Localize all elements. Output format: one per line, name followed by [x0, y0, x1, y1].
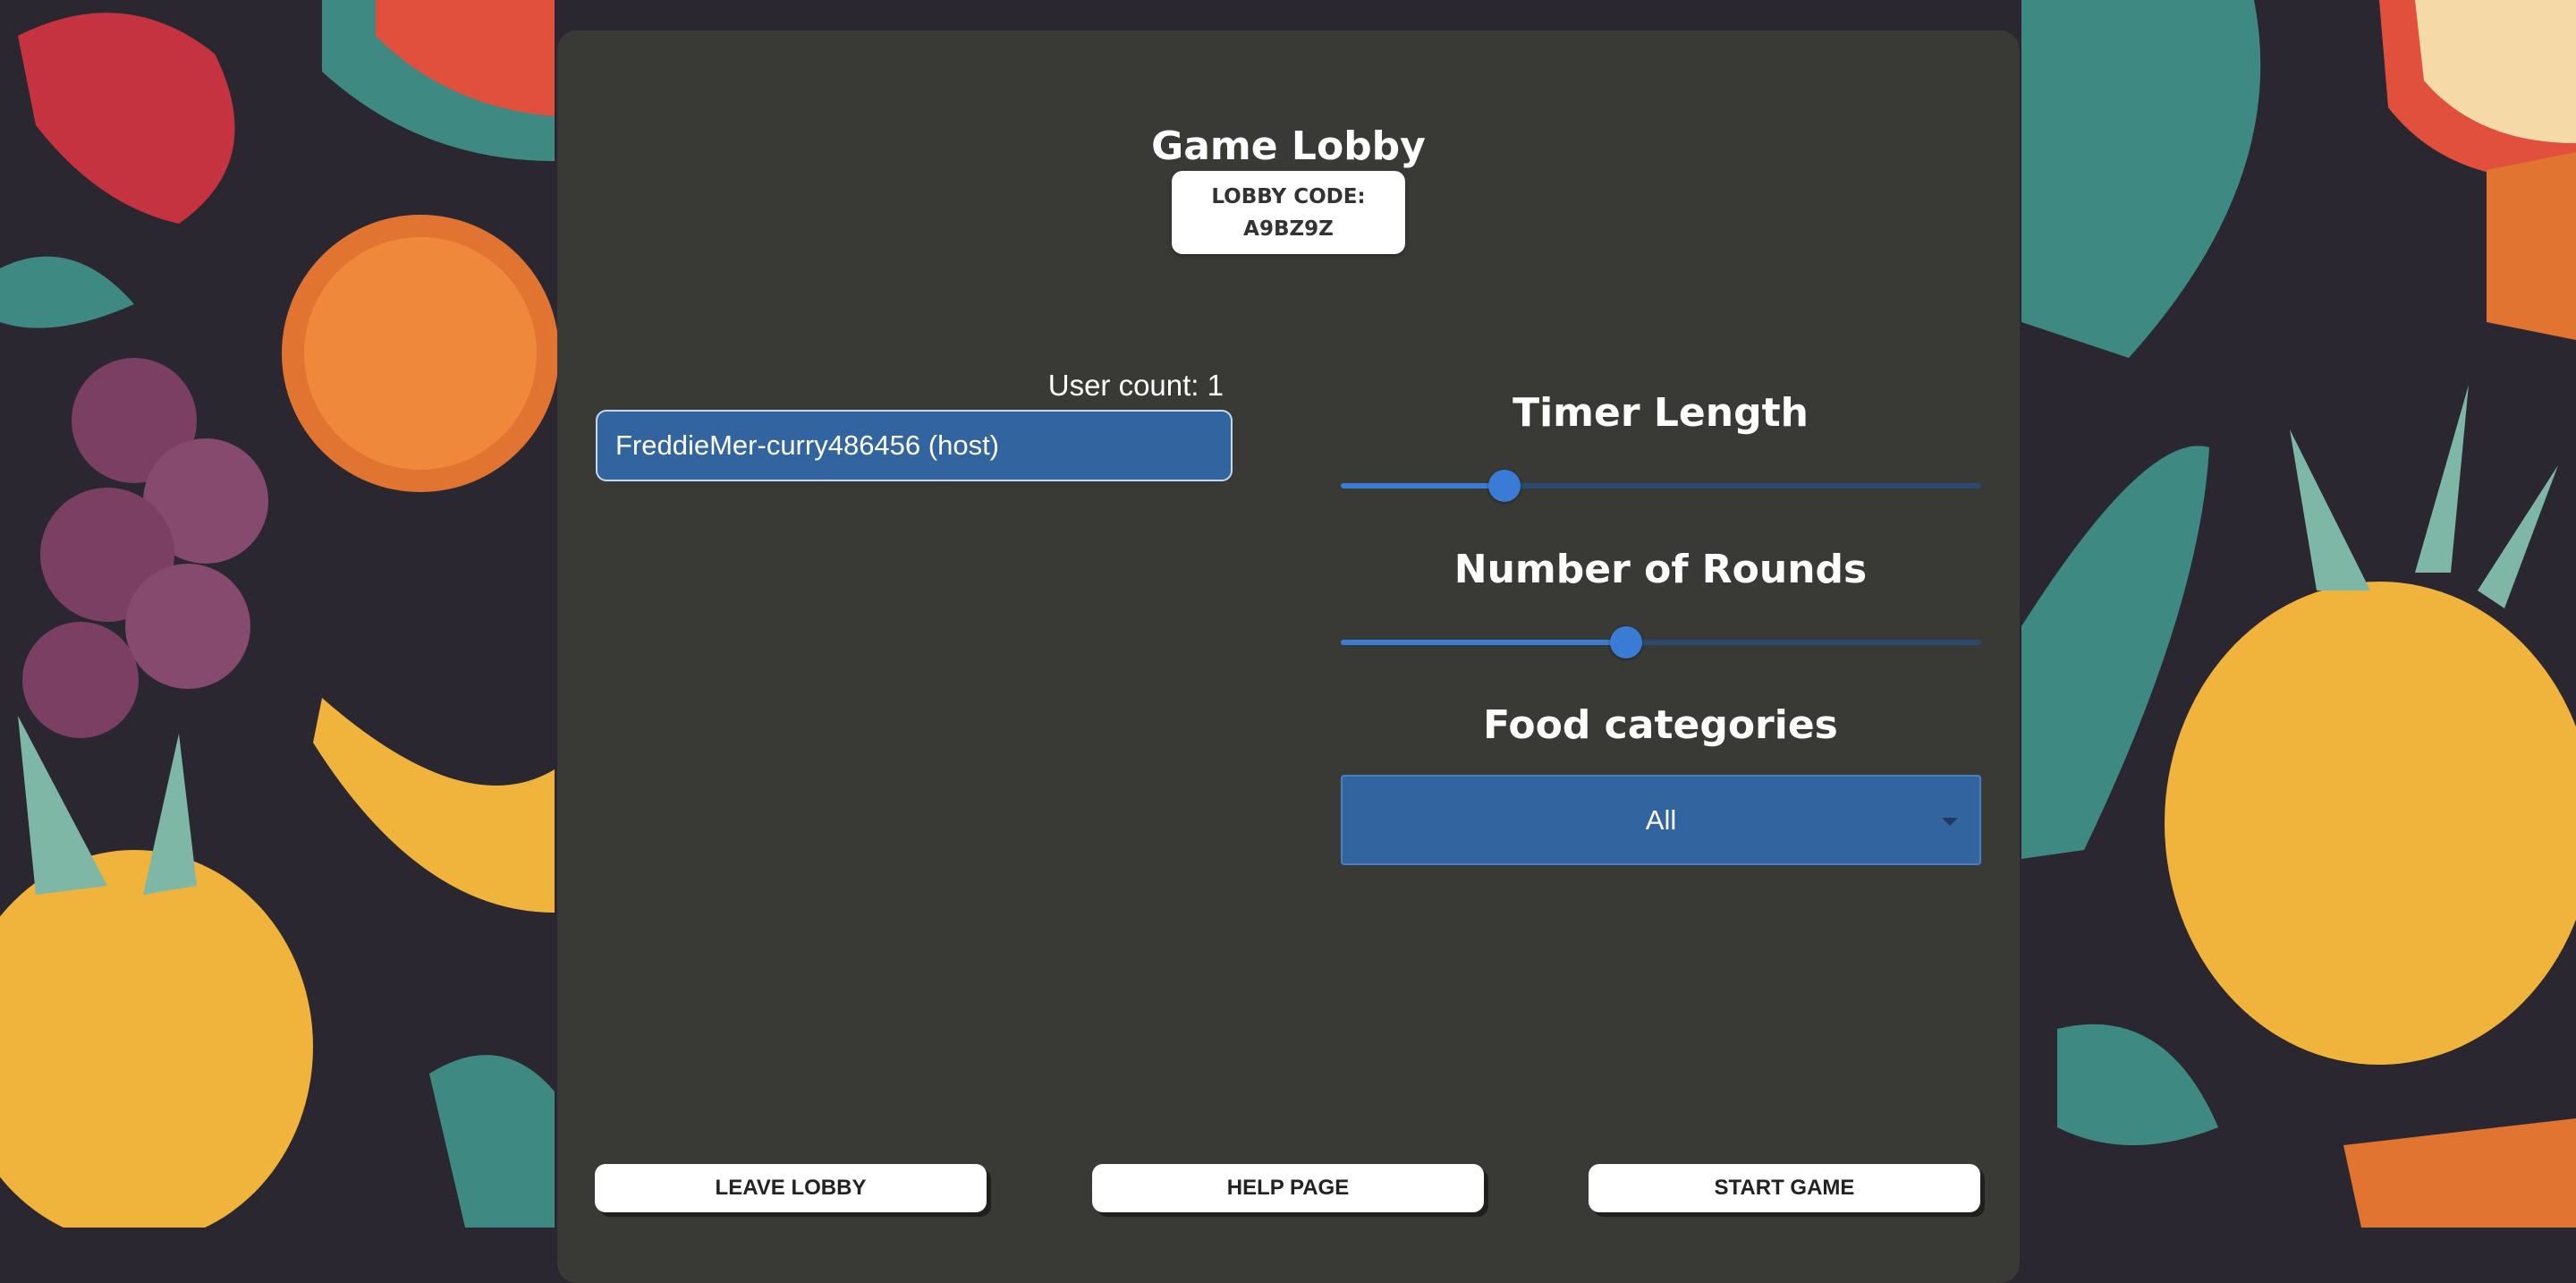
user-count: User count: 1 [1047, 369, 1224, 402]
timer-length-label: Timer Length [1513, 390, 1809, 436]
lobby-panel: Game Lobby LOBBY CODE: A9BZ9Z User count… [557, 30, 2020, 1283]
help-page-button[interactable]: HELP PAGE [1092, 1164, 1484, 1212]
food-categories-select[interactable]: All [1341, 775, 1981, 865]
start-game-button[interactable]: START GAME [1589, 1164, 1980, 1212]
slider-thumb[interactable] [1487, 470, 1521, 502]
selected-value: All [1645, 803, 1677, 836]
number-of-rounds-label: Number of Rounds [1453, 547, 1868, 592]
page-title: Game Lobby [1151, 123, 1426, 169]
lobby-code-value: A9BZ9Z [1243, 217, 1334, 241]
food-categories-label: Food categories [1483, 702, 1838, 748]
slider-fill [1341, 483, 1504, 489]
slider-thumb[interactable] [1609, 626, 1642, 658]
lobby-code-box: LOBBY CODE: A9BZ9Z [1172, 171, 1405, 254]
number-of-rounds-slider[interactable] [1341, 625, 1981, 660]
user-list-item: FreddieMer-curry486456 (host) [596, 410, 1233, 481]
leave-lobby-button[interactable]: LEAVE LOBBY [595, 1164, 987, 1212]
lobby-code-label: LOBBY CODE: [1211, 184, 1366, 208]
slider-fill [1341, 640, 1626, 645]
caret-down-icon [1942, 818, 1958, 826]
timer-length-slider[interactable] [1341, 468, 1981, 504]
